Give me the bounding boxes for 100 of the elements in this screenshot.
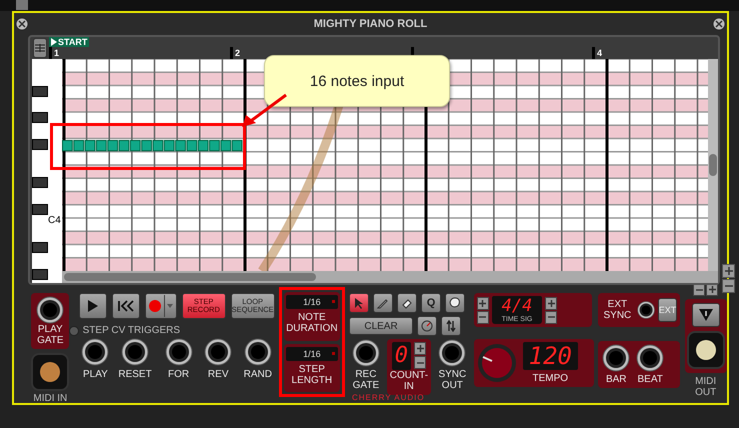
jack-socket[interactable] xyxy=(81,338,110,366)
start-marker[interactable]: START xyxy=(49,37,90,47)
swap-icon xyxy=(445,320,458,332)
lasso-tool[interactable] xyxy=(445,293,466,313)
note-block[interactable] xyxy=(198,140,209,152)
jack-label: MIDI OUT xyxy=(694,376,718,398)
minus-icon xyxy=(416,362,424,364)
scrollbar-track[interactable] xyxy=(708,59,718,271)
jack-label: REV xyxy=(208,369,228,380)
pencil-tool[interactable] xyxy=(373,293,394,313)
eraser-tool[interactable] xyxy=(397,293,418,313)
increment-button[interactable] xyxy=(476,296,489,310)
note-grid[interactable] xyxy=(62,59,708,271)
note-block[interactable] xyxy=(73,140,84,152)
control-label: TEMPO xyxy=(532,373,568,384)
tempo-display: 120 xyxy=(522,342,578,370)
zoom-out-button[interactable] xyxy=(722,279,735,293)
warning-icon xyxy=(698,309,713,321)
arrow-icon xyxy=(240,93,288,129)
note-block[interactable] xyxy=(186,140,198,152)
jack-socket[interactable] xyxy=(438,339,466,367)
jack-socket[interactable] xyxy=(602,344,630,372)
jack-label: PLAY xyxy=(83,369,108,380)
time-signature-display: 4/4 xyxy=(492,296,542,316)
rewind-icon xyxy=(116,300,135,312)
pencil-icon xyxy=(377,297,390,309)
plus-icon xyxy=(724,267,732,275)
scroll-thumb[interactable] xyxy=(709,154,717,176)
control-label: COUNT-IN xyxy=(390,370,428,392)
minus-icon xyxy=(479,316,486,318)
decrement-button[interactable] xyxy=(414,356,426,369)
note-block[interactable] xyxy=(164,140,175,152)
jack-label: RESET xyxy=(118,369,152,380)
plus-icon xyxy=(548,300,555,306)
jack-label: EXT SYNC xyxy=(602,299,632,321)
minus-icon xyxy=(724,285,732,287)
minus-icon xyxy=(696,288,703,290)
jack-socket[interactable] xyxy=(244,338,272,366)
scroll-thumb[interactable] xyxy=(64,273,316,281)
dropdown[interactable]: 1/16 xyxy=(286,346,338,360)
record-button[interactable] xyxy=(144,293,177,319)
pointer-icon xyxy=(354,297,364,309)
increment-button[interactable] xyxy=(414,342,426,355)
quantize-button[interactable]: Q xyxy=(421,293,442,313)
eraser-icon xyxy=(401,297,414,309)
plus-icon xyxy=(479,300,486,306)
rewind-button[interactable] xyxy=(112,293,140,319)
pointer-tool[interactable] xyxy=(349,293,370,313)
metronome-button[interactable] xyxy=(417,316,438,336)
bar-number: 1 xyxy=(53,48,60,58)
jack-socket[interactable] xyxy=(36,296,64,324)
midi-jack[interactable] xyxy=(686,331,725,369)
brand-logo: CHERRY AUDIO xyxy=(352,393,425,402)
jack-socket[interactable] xyxy=(352,339,380,367)
warning-button[interactable] xyxy=(692,303,720,327)
screw-icon xyxy=(713,18,725,30)
note-block[interactable] xyxy=(107,140,118,152)
window-title: MIGHTY PIANO ROLL xyxy=(314,18,428,30)
zoom-in-button[interactable] xyxy=(722,264,735,278)
count-in-display: 0 xyxy=(392,342,412,370)
dropdown[interactable]: 1/16 xyxy=(286,295,338,309)
control-label: STEP LENGTH xyxy=(290,364,334,386)
dial-icon xyxy=(421,320,434,332)
jack-socket[interactable] xyxy=(636,344,664,372)
decrement-button[interactable] xyxy=(476,310,489,324)
jack-label: SYNC OUT xyxy=(437,369,468,391)
increment-button[interactable] xyxy=(545,296,558,310)
control-label: NOTE DURATION xyxy=(286,312,338,334)
menu-button[interactable] xyxy=(33,38,47,58)
swap-button[interactable] xyxy=(441,316,462,336)
note-block[interactable] xyxy=(96,140,107,152)
lasso-icon xyxy=(449,297,462,309)
bar-number: 2 xyxy=(234,48,240,58)
jack-socket[interactable] xyxy=(121,338,150,366)
section-label: STEP CV TRIGGERS xyxy=(82,325,180,336)
key-label: C4 xyxy=(48,215,61,226)
jack-label: BAR xyxy=(606,374,626,385)
jack-label: MIDI IN xyxy=(33,393,68,404)
jack-label: REC GATE xyxy=(352,369,380,391)
jack-socket[interactable] xyxy=(164,338,193,366)
jack-label: BEAT xyxy=(638,374,663,385)
caret-icon xyxy=(167,304,174,308)
minus-icon xyxy=(548,316,555,318)
play-icon xyxy=(51,38,57,46)
play-icon xyxy=(86,299,99,313)
record-icon xyxy=(148,299,162,313)
bar-number: 4 xyxy=(596,48,602,58)
screw-icon xyxy=(16,18,28,30)
clear-button[interactable]: CLEAR xyxy=(349,317,414,335)
plus-icon xyxy=(416,345,424,352)
led-indicator xyxy=(68,326,79,336)
jack-socket[interactable] xyxy=(204,338,232,366)
callout-text: 16 notes input xyxy=(310,72,404,90)
jack-label: PLAY GATE xyxy=(36,324,65,346)
note-block[interactable] xyxy=(130,140,141,152)
decrement-button[interactable] xyxy=(545,310,558,324)
note-block[interactable] xyxy=(220,140,232,152)
menu-icon xyxy=(34,43,46,53)
play-button[interactable] xyxy=(78,293,107,319)
midi-jack[interactable] xyxy=(31,353,70,391)
